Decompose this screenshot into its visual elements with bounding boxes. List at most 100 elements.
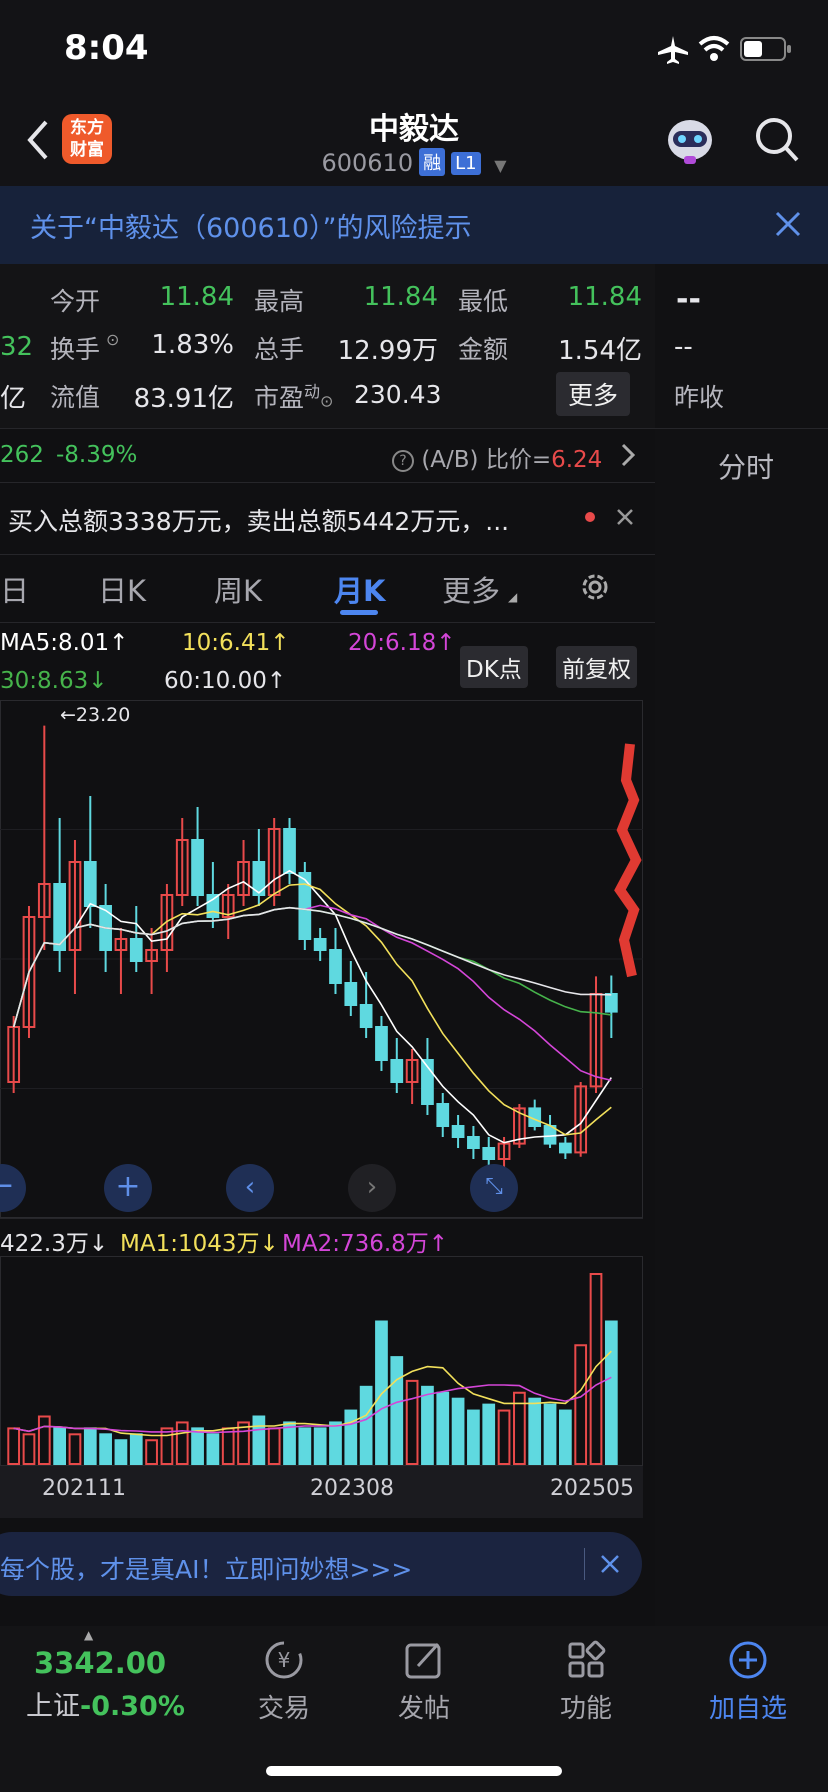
- zoom-in-button[interactable]: +: [104, 1164, 152, 1212]
- volume-bar: [37, 1415, 51, 1465]
- airplane-icon: [656, 34, 690, 68]
- volume-bar: [451, 1397, 465, 1465]
- volume-bar: [497, 1409, 511, 1465]
- index-line[interactable]: 上证-0.30%: [26, 1684, 185, 1723]
- candle: [114, 928, 128, 994]
- volume-bar: [68, 1433, 82, 1465]
- candle: [83, 796, 97, 928]
- scroll-right-button[interactable]: ›: [348, 1164, 396, 1212]
- candle: [313, 928, 327, 961]
- candle: [68, 840, 82, 994]
- index-name: 上证: [26, 1691, 80, 1722]
- add-watchlist-icon: [729, 1641, 767, 1679]
- volume-bar: [252, 1415, 266, 1465]
- tab-month-k[interactable]: 月K: [334, 568, 385, 610]
- candle: [528, 1099, 542, 1131]
- volume-bar: [99, 1433, 112, 1465]
- candle: [252, 829, 266, 906]
- more-button[interactable]: 更多: [556, 372, 631, 416]
- volume-ma2-legend: MA2:736.8万↑: [282, 1231, 449, 1257]
- high-value: 11.84: [363, 282, 438, 312]
- volume-bar: [283, 1421, 296, 1465]
- trade-label: 交易: [257, 1694, 310, 1724]
- tab-more[interactable]: 更多: [442, 568, 500, 610]
- adjusted-price-button[interactable]: 前复权: [556, 646, 637, 688]
- ab-ratio-value: 6.24: [551, 447, 603, 473]
- volume-bar: [543, 1403, 557, 1465]
- search-icon[interactable]: [754, 116, 800, 168]
- status-time: 8:04: [64, 28, 149, 68]
- risk-banner-text[interactable]: 关于“中毅达（600610）”的风险提示: [30, 206, 472, 245]
- features-label: 功能: [559, 1694, 612, 1724]
- close-icon[interactable]: [774, 210, 802, 242]
- add-watchlist-label: 加自选: [708, 1694, 787, 1724]
- left-edge-value: 32: [0, 332, 34, 362]
- candle: [53, 818, 67, 972]
- ma20-legend: 20:6.18↑: [348, 630, 456, 656]
- candle: [574, 1082, 588, 1157]
- grid-icon: [568, 1640, 606, 1678]
- post-button[interactable]: 发帖: [376, 1636, 472, 1725]
- robot-assistant-icon[interactable]: [664, 116, 716, 170]
- close-icon[interactable]: [616, 508, 634, 530]
- info-icon[interactable]: ⊙: [106, 330, 119, 349]
- features-button[interactable]: 功能: [538, 1636, 634, 1725]
- volume-legend: 422.3万↓: [0, 1231, 109, 1257]
- volume-bar: [375, 1320, 388, 1465]
- info-icon[interactable]: ⊙: [320, 391, 333, 410]
- volume-bar: [390, 1356, 404, 1465]
- close-icon[interactable]: [600, 1554, 620, 1578]
- candle: [267, 818, 281, 906]
- add-watchlist-button[interactable]: 加自选: [696, 1636, 800, 1725]
- gear-icon[interactable]: [578, 570, 612, 608]
- volume-value: 12.99万: [337, 336, 438, 366]
- turnover-label[interactable]: 换手: [50, 330, 100, 366]
- tab-week-k[interactable]: 周K: [214, 568, 262, 610]
- help-icon[interactable]: ?: [392, 450, 414, 472]
- amount-label: 金额: [458, 335, 509, 364]
- tab-day-partial[interactable]: 日: [0, 568, 29, 610]
- open-label: 今开: [50, 287, 101, 316]
- news-ticker[interactable]: 买入总额3338万元，卖出总额5442万元，...: [8, 502, 509, 538]
- volume-bar: [53, 1427, 67, 1465]
- scroll-left-button[interactable]: ‹: [226, 1164, 274, 1212]
- volume-bar: [7, 1427, 21, 1465]
- pe-label[interactable]: 市盈动⊙: [254, 378, 333, 414]
- tab-day-k[interactable]: 日K: [98, 568, 146, 610]
- tab-intraday[interactable]: 分时: [718, 446, 774, 486]
- x-label: 202505: [550, 1476, 634, 1501]
- volume-bar: [83, 1427, 97, 1465]
- dk-point-button[interactable]: DK点: [460, 646, 528, 688]
- candle: [436, 1093, 450, 1137]
- chevron-right-icon[interactable]: [620, 442, 636, 472]
- volume-bar: [237, 1421, 250, 1465]
- margin-tag: 融: [419, 148, 446, 176]
- trade-button[interactable]: ¥ 交易: [236, 1636, 332, 1725]
- volume-bar: [22, 1433, 36, 1465]
- fullscreen-button[interactable]: ⤡: [470, 1164, 518, 1212]
- wifi-icon: [698, 34, 730, 66]
- candle: [543, 1115, 557, 1148]
- expand-arrow-icon[interactable]: ▲: [84, 1628, 93, 1642]
- candlestick-chart[interactable]: [0, 700, 643, 1218]
- candle: [283, 818, 296, 884]
- index-value[interactable]: 3342.00: [34, 1646, 166, 1680]
- ab-ratio[interactable]: ? (A/B) 比价=6.24: [392, 440, 602, 474]
- volume-bar: [129, 1433, 143, 1465]
- low-value: 11.84: [567, 282, 642, 312]
- candle: [206, 862, 220, 928]
- volume-chart[interactable]: [0, 1256, 643, 1466]
- volume-bar: [191, 1427, 204, 1465]
- candle: [237, 840, 250, 906]
- candle: [558, 1137, 572, 1159]
- intraday-mini-chart: [614, 743, 642, 978]
- candle: [221, 884, 235, 939]
- candle: [390, 1038, 404, 1093]
- level-tag: L1: [451, 152, 481, 175]
- ab-left-value: 262: [0, 442, 44, 468]
- candle: [467, 1126, 480, 1159]
- volume-bar: [359, 1385, 373, 1465]
- ma30-legend: 30:8.63↓: [0, 668, 108, 694]
- promo-text[interactable]: 每个股，才是真AI！立即问妙想>>>: [0, 1550, 412, 1586]
- candle: [421, 1038, 434, 1115]
